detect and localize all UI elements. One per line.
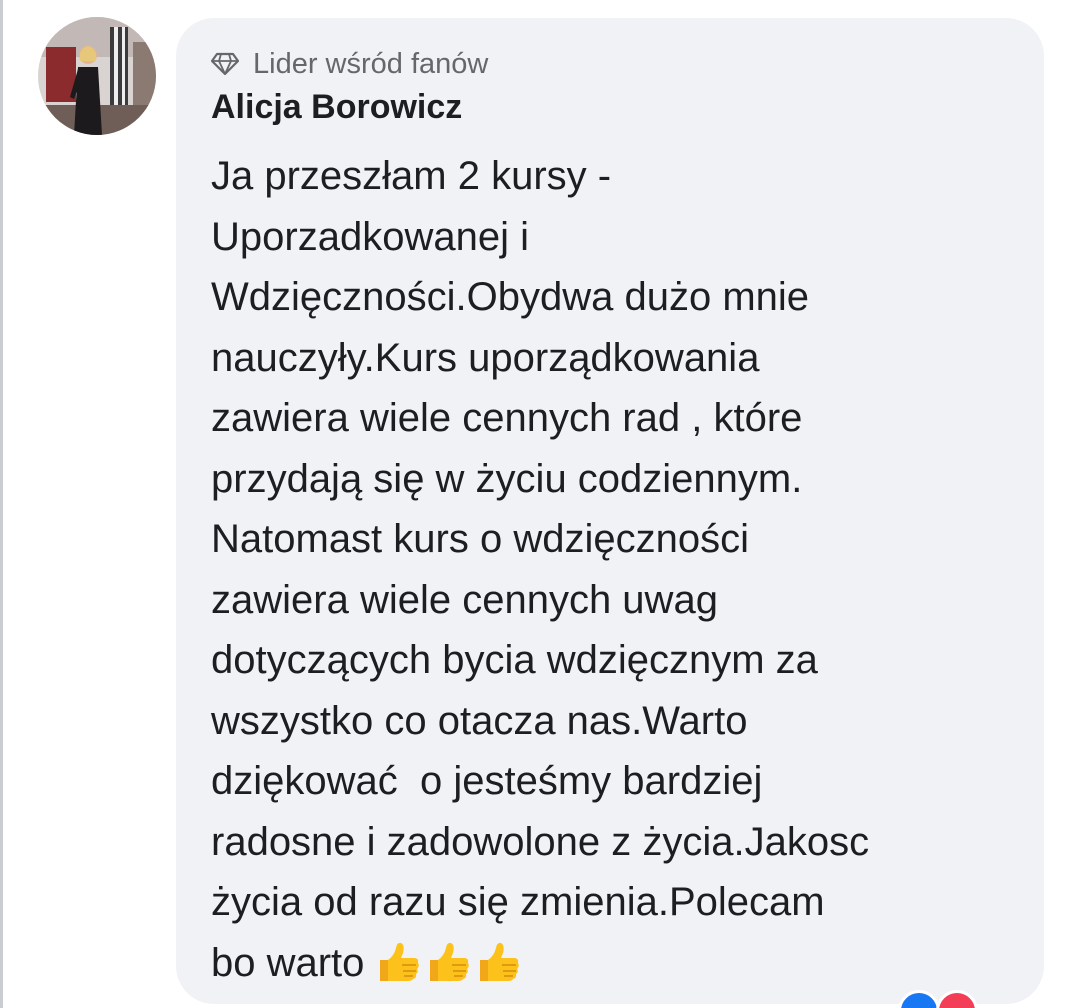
- like-icon: [898, 990, 940, 1008]
- emoji-group: [376, 938, 522, 984]
- comment-last-line: bo warto: [211, 933, 1031, 994]
- comment-bubble: Lider wśród fanów Alicja Borowicz Ja prz…: [176, 18, 1044, 1004]
- comment-line: wszystko co otacza nas.Warto: [211, 698, 748, 743]
- comment-line: Ja przeszłam 2 kursy -: [211, 154, 612, 198]
- comment-line: Uporzadkowanej i: [211, 214, 529, 259]
- comment-line: dziękować o jesteśmy bardziej: [211, 759, 763, 803]
- author-name[interactable]: Alicja Borowicz: [211, 88, 462, 127]
- comment-line: zawiera wiele cennych uwag: [211, 577, 718, 622]
- comment-line: Wdzięczności.Obydwa dużo mnie: [211, 275, 810, 319]
- thumbs-up-icon: [480, 942, 520, 981]
- avatar-photo: [38, 17, 156, 135]
- thread-line: [0, 0, 3, 1008]
- badge-label: Lider wśród fanów: [253, 47, 489, 80]
- comment-line: bo warto: [211, 940, 365, 985]
- love-icon: [936, 990, 978, 1008]
- comment-text: Ja przeszłam 2 kursy - Uporzadkowanej i …: [211, 146, 1031, 993]
- reactions-summary[interactable]: [898, 990, 1008, 1008]
- diamond-icon: [211, 52, 239, 76]
- comment-line: życia od razu się zmienia.Polecam: [211, 880, 825, 924]
- comment-line: radosne i zadowolone z życia.Jakosc: [211, 819, 870, 864]
- thumbs-up-icon: [430, 942, 470, 981]
- top-fan-badge[interactable]: Lider wśród fanów: [211, 46, 488, 82]
- thumbs-up-icon: [380, 942, 420, 981]
- comment-line: zawiera wiele cennych rad , które: [211, 396, 803, 440]
- page: Lider wśród fanów Alicja Borowicz Ja prz…: [0, 0, 1080, 1008]
- comment-line: dotyczących bycia wdzięcznym za: [211, 638, 818, 682]
- avatar[interactable]: [38, 17, 156, 135]
- comment-line: nauczyły.Kurs uporządkowania: [211, 335, 760, 380]
- comment-line: Natomast kurs o wdzięczności: [211, 517, 749, 561]
- comment-line: przydają się w życiu codziennym.: [211, 456, 803, 501]
